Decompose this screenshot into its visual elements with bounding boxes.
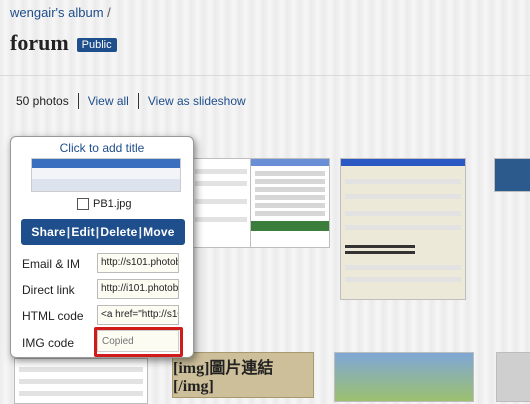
- direct-link-label: Direct link: [22, 283, 75, 297]
- photo-thumbnail[interactable]: [494, 158, 530, 192]
- photo-thumbnail[interactable]: [190, 158, 252, 248]
- thumbnail-caption: [img]圖片連結[/img]: [173, 360, 274, 395]
- move-button[interactable]: Move: [143, 225, 174, 239]
- divider: [77, 93, 79, 109]
- album-header: forum Public: [10, 30, 117, 56]
- divider: |: [138, 225, 143, 239]
- photo-thumbnail[interactable]: [496, 352, 530, 402]
- email-im-field[interactable]: http://s101.photobucket.com/: [97, 253, 179, 273]
- album-stats-bar: 50 photos View all View as slideshow: [16, 93, 246, 110]
- visibility-badge[interactable]: Public: [76, 38, 117, 52]
- breadcrumb: wengair's album /: [10, 5, 111, 20]
- divider: |: [95, 225, 100, 239]
- photo-actions-bar: Share | Edit | Delete | Move: [21, 219, 185, 245]
- img-code-label: IMG code: [22, 336, 75, 350]
- add-title-link[interactable]: Click to add title: [11, 141, 193, 155]
- html-code-label: HTML code: [22, 309, 84, 323]
- divider: |: [66, 225, 71, 239]
- photo-thumbnail[interactable]: [250, 158, 330, 248]
- album-title: forum: [10, 30, 69, 55]
- breadcrumb-separator: /: [107, 5, 111, 20]
- slideshow-link[interactable]: View as slideshow: [148, 94, 246, 110]
- photo-options-popup: Click to add title PB1.jpg Share | Edit …: [10, 136, 194, 358]
- highlight-box: [94, 327, 183, 357]
- photo-preview[interactable]: [31, 158, 181, 192]
- share-button[interactable]: Share: [31, 225, 65, 239]
- photo-filename: PB1.jpg: [93, 198, 132, 210]
- header-divider: [0, 75, 530, 76]
- breadcrumb-album-link[interactable]: wengair's album: [10, 5, 104, 20]
- photo-count: 50 photos: [16, 94, 69, 108]
- select-photo-checkbox[interactable]: [77, 198, 89, 210]
- photo-thumbnail[interactable]: [340, 158, 466, 300]
- html-code-field[interactable]: <a href="http://s101.photobucket: [97, 305, 179, 325]
- delete-button[interactable]: Delete: [100, 225, 137, 239]
- edit-button[interactable]: Edit: [71, 225, 94, 239]
- photo-thumbnail[interactable]: [img]圖片連結[/img]: [172, 352, 314, 398]
- photo-thumbnail[interactable]: [14, 358, 148, 404]
- direct-link-field[interactable]: http://i101.photobucket.com/: [97, 279, 179, 299]
- select-photo-row: PB1.jpg: [77, 198, 132, 210]
- photo-thumbnail[interactable]: [334, 352, 474, 402]
- divider: [137, 93, 139, 109]
- email-im-label: Email & IM: [22, 257, 81, 271]
- view-all-link[interactable]: View all: [88, 94, 129, 110]
